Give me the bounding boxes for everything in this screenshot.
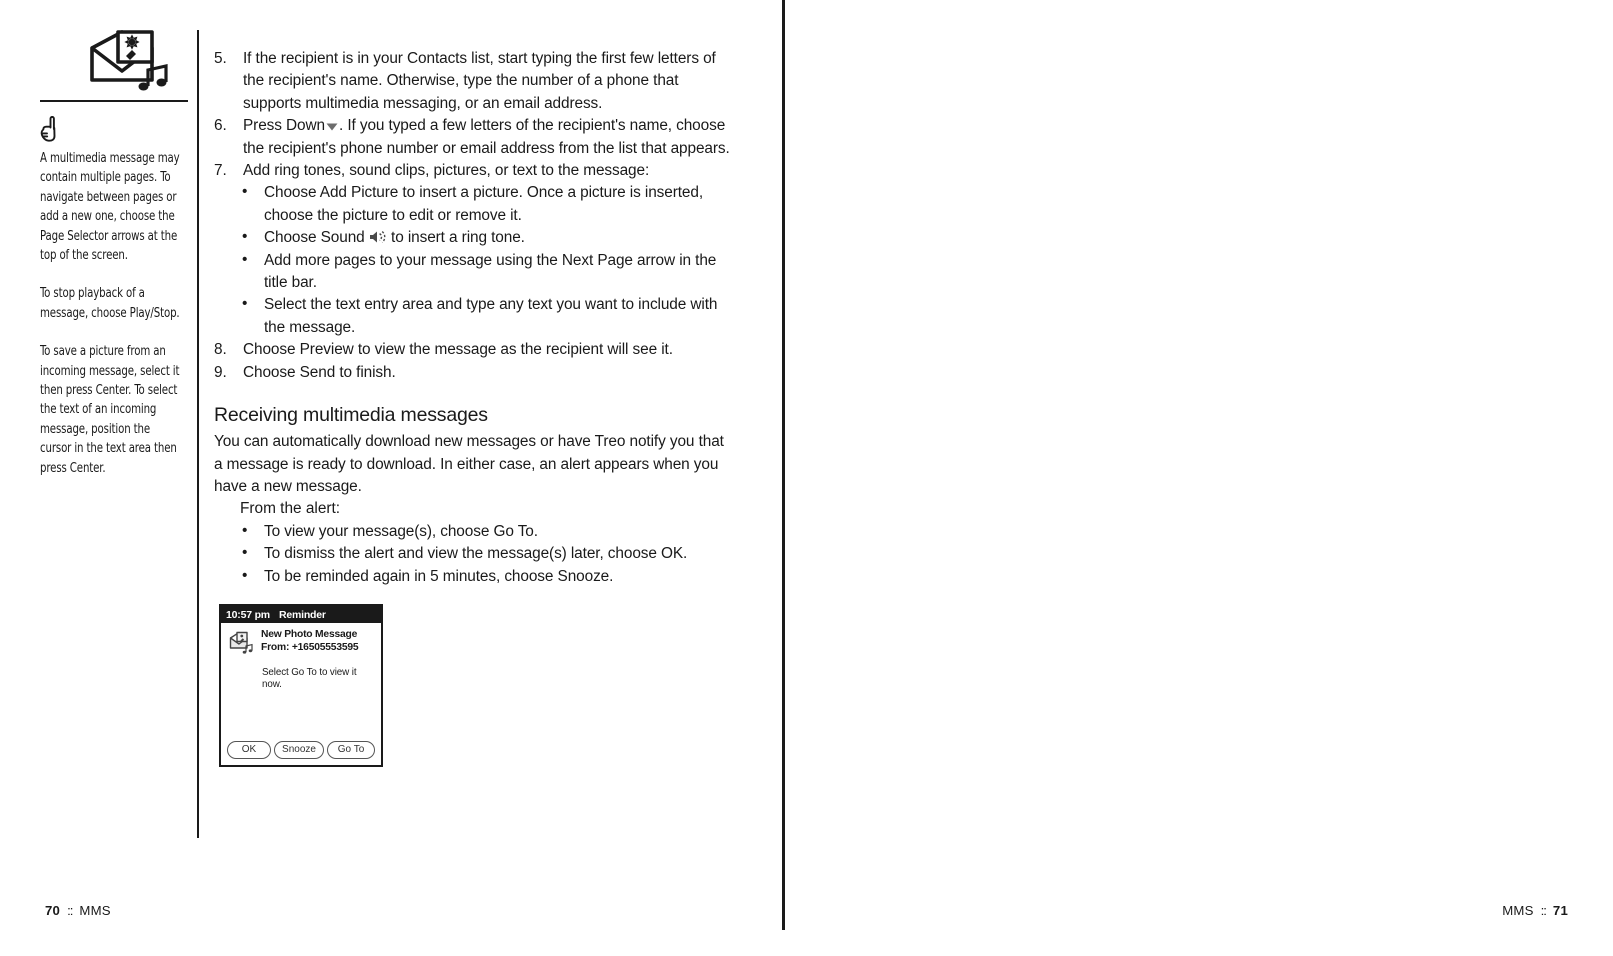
procedure-steps-continued: 5. If the recipient is in your Contacts … [214,48,734,182]
step-number: 5. [214,50,227,67]
bullet-text-pre: Choose Sound [264,229,365,247]
reminder-body: New Photo Message From: +16505553595 Sel… [221,623,381,691]
step-text-pre: Press Down [243,117,325,135]
bullet-text: To be reminded again in 5 minutes, choos… [264,567,614,585]
photo-message-envelope-icon [229,630,255,656]
bullet-dot: • [242,544,248,562]
bullet-dot: • [242,228,248,246]
reminder-title: Reminder [278,608,326,621]
list-item: • To view your message(s), choose Go To. [236,521,734,543]
bullet-text: To dismiss the alert and view the messag… [264,545,688,563]
step-number: 7. [214,162,227,180]
list-item: • Add more pages to your message using t… [236,250,734,295]
step-text: If the recipient is in your Contacts lis… [243,50,716,112]
bullet-dot: • [242,250,248,268]
step-number: 6. [214,117,227,135]
from-the-alert-subhead: From the alert: [240,500,341,518]
bullet-dot: • [242,295,248,313]
step7-bullet-list: • Choose Add Picture to insert a picture… [214,182,734,339]
sidebar-divider [40,100,188,102]
reminder-from: From: +16505553595 [261,641,359,653]
list-item: 9. Choose Send to finish. [214,362,734,384]
pointing-hand-icon [40,116,190,142]
page-number: 70 [45,903,61,918]
list-item: • To be reminded again in 5 minutes, cho… [236,566,734,588]
reminder-body-text: Select Go To to view it now. [262,667,357,690]
sound-icon [369,229,387,244]
section-heading-receiving: Receiving multimedia messages [214,404,488,427]
footer-separator: :: [67,903,73,918]
photo-message-envelope-icon [88,0,208,92]
reminder-dialog-screenshot: 10:57 pm Reminder New Photo Message From… [219,604,383,767]
left-sidebar-rule [197,30,199,838]
list-item: 8. Choose Preview to view the message as… [214,339,734,361]
reminder-title-bar: 10:57 pm Reminder [221,606,381,623]
reminder-button-row: OK Snooze Go To [221,741,381,759]
reminder-headline: New Photo Message [261,629,358,640]
chapter-name: MMS [1502,903,1534,918]
list-item: • Choose Sound to insert a ring tone. [236,227,734,249]
list-item: 5. If the recipient is in your Contacts … [214,48,734,115]
manual-page-spread: A multimedia message may contain multipl… [0,0,1613,956]
list-item: 6. Press Down. If you typed a few letter… [214,115,734,160]
reminder-time: 10:57 pm [226,608,270,621]
bullet-dot: • [242,521,248,539]
left-sidebar: A multimedia message may contain multipl… [40,0,190,478]
step-number: 8. [214,341,227,359]
list-item: • Select the text entry area and type an… [236,294,734,339]
bullet-dot: • [242,566,248,584]
ok-button[interactable]: OK [227,741,271,759]
alert-bullet-list: • To view your message(s), choose Go To.… [214,521,734,588]
page-number: 71 [1552,903,1568,918]
go-to-button[interactable]: Go To [327,741,375,759]
bullet-text: Choose Add Picture to insert a picture. … [264,184,704,224]
left-sidebar-notes: A multimedia message may contain multipl… [40,149,180,478]
down-arrow-icon [325,117,339,131]
step-text: Choose Preview to view the message as th… [243,341,673,359]
step-number: 9. [214,363,227,381]
note-paragraph: To stop playback of a message, choose Pl… [40,286,180,321]
chapter-name: MMS [79,903,111,918]
right-page: Viewing/playing a multimedia message 1. … [785,0,1613,956]
list-item: • Choose Add Picture to insert a picture… [236,182,734,227]
list-item: 7. Add ring tones, sound clips, pictures… [214,160,734,182]
note-paragraph: To save a picture from an incoming messa… [40,344,180,476]
left-body-column: 5. If the recipient is in your Contacts … [214,48,734,588]
section-paragraph: You can automatically download new messa… [214,433,724,495]
right-page-footer: MMS:: 71 [1502,903,1568,918]
left-page: A multimedia message may contain multipl… [0,0,782,956]
bullet-text: Select the text entry area and type any … [264,296,718,336]
bullet-text: To view your message(s), choose Go To. [264,522,538,540]
footer-separator: :: [1540,903,1547,918]
bullet-text-post: to insert a ring tone. [391,229,525,247]
left-page-footer: 70:: MMS [45,903,111,918]
snooze-button[interactable]: Snooze [274,741,324,759]
step-text: Add ring tones, sound clips, pictures, o… [243,162,650,180]
procedure-steps-tail: 8. Choose Preview to view the message as… [214,339,734,384]
list-item: • To dismiss the alert and view the mess… [236,543,734,565]
step-text: Choose Send to finish. [243,363,396,381]
note-paragraph: A multimedia message may contain multipl… [40,151,180,264]
bullet-text: Add more pages to your message using the… [264,251,717,292]
bullet-dot: • [242,183,248,201]
